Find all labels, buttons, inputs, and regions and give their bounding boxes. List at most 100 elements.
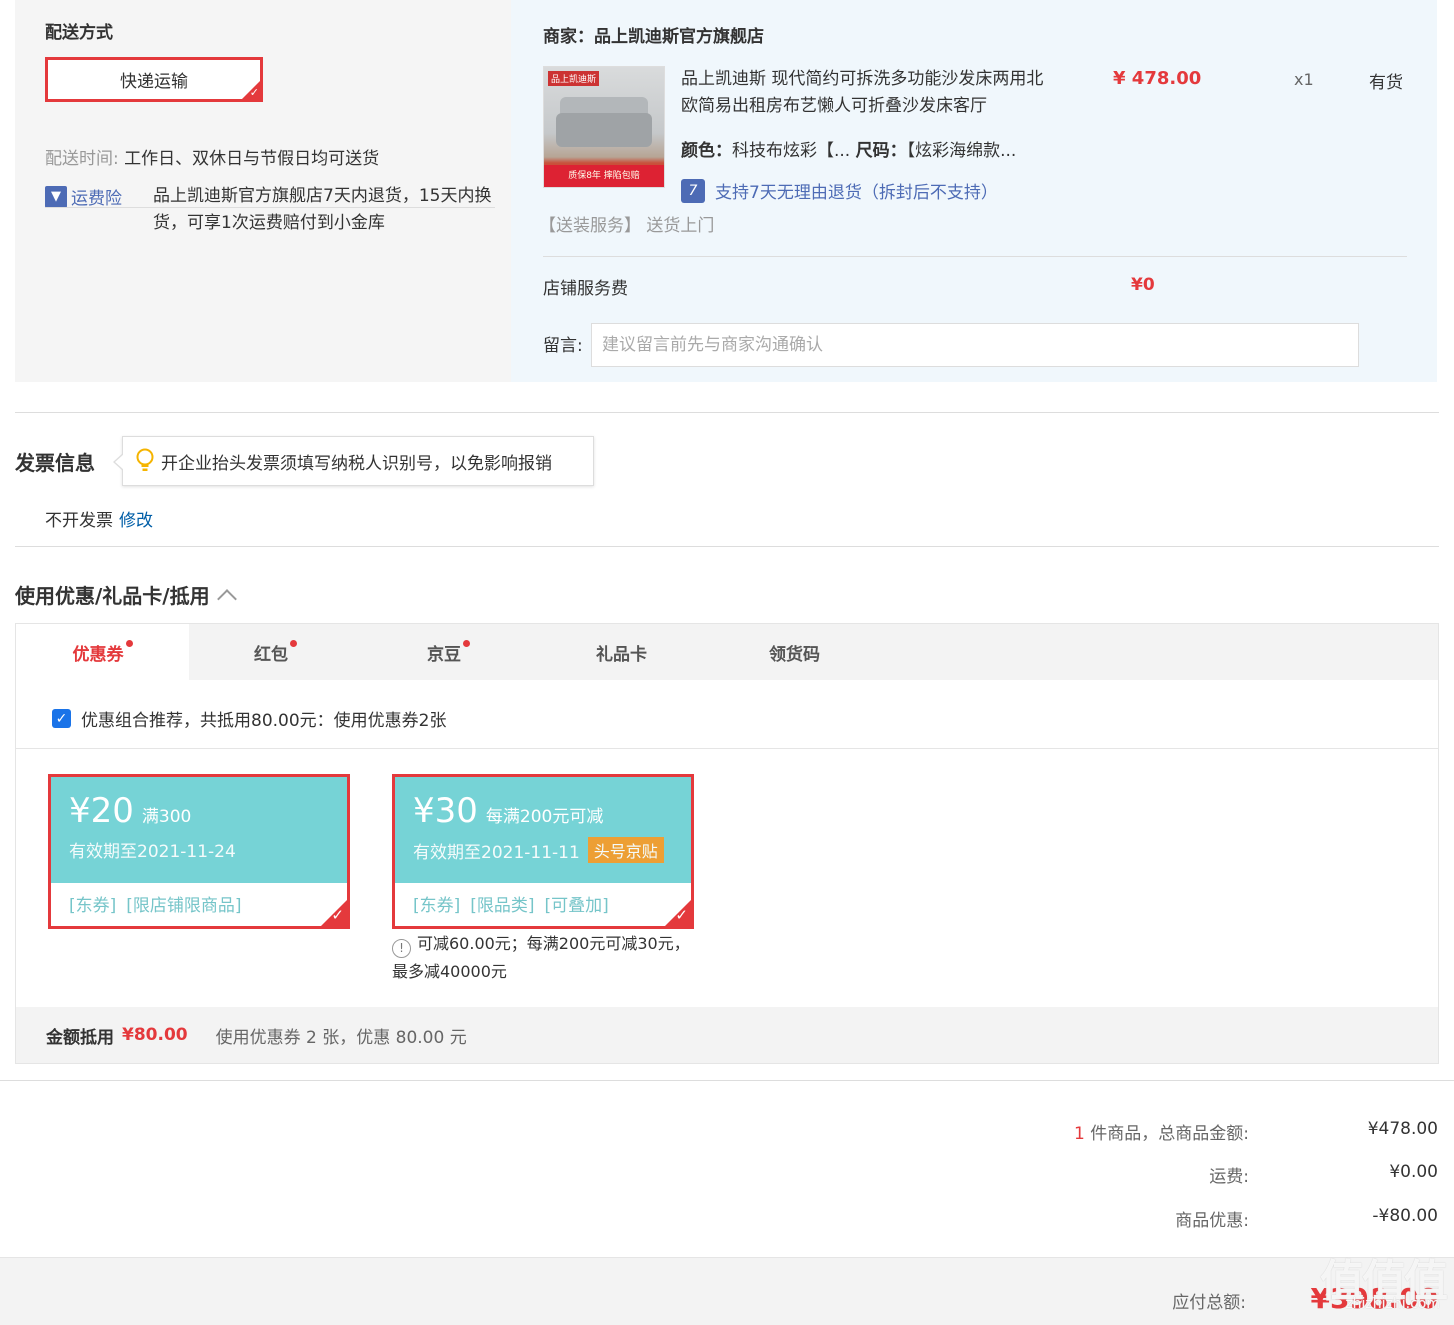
size-label: 尺码： — [855, 141, 907, 161]
goods-total-label-text: 件商品，总商品金额: — [1090, 1124, 1249, 1144]
tab-label: 京豆 — [427, 644, 461, 665]
goods-total-value: ¥478.00 — [1367, 1119, 1438, 1139]
exclamation-circle-icon: ! — [392, 939, 411, 958]
tab-label: 领货码 — [769, 644, 820, 665]
merchant-panel: 商家：品上凯迪斯官方旗舰店 品上凯迪斯 质保8年 摔陷包赔 品上凯迪斯 现代简约… — [511, 0, 1437, 382]
invoice-tip: 开企业抬头发票须填写纳税人识别号，以免影响报销 — [113, 436, 594, 486]
coupon-condition: 每满200元可减 — [485, 807, 604, 827]
seven-day-return-icon: 7 — [681, 178, 705, 203]
tab-redeem-code[interactable]: 领货码 — [708, 624, 881, 680]
freight-insurance-label: 运费险 — [71, 189, 122, 209]
coupon-label: [可叠加] — [544, 896, 609, 916]
coupon-amount: ¥30 — [413, 791, 478, 831]
goods-count: 1 — [1074, 1124, 1085, 1144]
service-fee-label: 店铺服务费 — [543, 279, 628, 299]
coupon-label: [东券] — [69, 896, 117, 916]
chevron-up-icon[interactable] — [216, 588, 237, 609]
recommend-text: 优惠组合推荐，共抵用80.00元：使用优惠券2张 — [81, 711, 447, 731]
discount-tabs: 优惠券 红包 京豆 礼品卡 领货码 — [16, 624, 1438, 680]
coupon-label: [限店铺限商品] — [126, 896, 242, 916]
invoice-tip-text: 开企业抬头发票须填写纳税人识别号，以免影响报销 — [161, 453, 552, 474]
product-attributes: 颜色：科技布炫彩【... 尺码：【炫彩海绵款... — [681, 136, 1016, 161]
discount-footer: 金额抵用 ¥80.00 使用优惠券 2 张，优惠 80.00 元 — [16, 1007, 1438, 1063]
invoice-modify-link[interactable]: 修改 — [119, 511, 153, 531]
shield-icon: ▼ — [45, 185, 67, 208]
service-fee-value: ¥0 — [1131, 275, 1155, 295]
invoice-title: 发票信息 — [15, 451, 95, 475]
coupon-note-text: 可减60.00元；每满200元可减30元，最多减40000元 — [392, 934, 690, 981]
invoice-status: 不开发票 修改 — [45, 506, 153, 531]
new-dot-icon — [290, 639, 297, 647]
check-icon: ✓ — [331, 906, 344, 924]
shipping-method-label: 快递运输 — [120, 72, 188, 92]
discount-label: 商品优惠: — [1175, 1211, 1249, 1231]
coupon-note: ! 可减60.00元；每满200元可减30元，最多减40000元 — [392, 930, 692, 985]
discount-value: -¥80.00 — [1372, 1206, 1438, 1226]
coupon-header: ¥20 满300 有效期至2021-11-24 — [51, 777, 347, 883]
total-label: 应付总额: — [1172, 1293, 1246, 1313]
shipping-panel: 配送方式 快递运输 ✓ 配送时间: 工作日、双休日与节假日均可送货 ▼ 运费险 … — [15, 0, 511, 382]
merchant-name: 商家：品上凯迪斯官方旗舰店 — [543, 27, 764, 47]
discount-footer-label: 金额抵用 — [46, 1027, 114, 1048]
product-image[interactable]: 品上凯迪斯 质保8年 摔陷包赔 — [543, 66, 665, 188]
tab-label: 优惠券 — [72, 644, 124, 665]
coupon-amount: ¥20 — [69, 791, 134, 831]
divider — [16, 748, 1438, 749]
coupon-labels: [东券] [限品类] [可叠加] — [395, 883, 691, 916]
tab-jingdou[interactable]: 京豆 — [362, 624, 535, 680]
check-icon: ✓ — [675, 906, 688, 924]
tab-gift-card[interactable]: 礼品卡 — [535, 624, 708, 680]
freight-label: 运费: — [1209, 1167, 1249, 1187]
color-value: 科技布炫彩【... — [732, 141, 851, 161]
recommend-combo[interactable]: ✓ 优惠组合推荐，共抵用80.00元：使用优惠券2张 — [52, 706, 446, 731]
divider — [45, 207, 495, 208]
coupon-label: [限品类] — [470, 896, 535, 916]
tab-coupon[interactable]: 优惠券 — [16, 624, 189, 680]
tab-label: 礼品卡 — [596, 644, 647, 665]
section-divider — [0, 1080, 1454, 1081]
freight-insurance-badge: ▼ 运费险 — [45, 184, 122, 209]
discount-panel: 优惠券 红包 京豆 礼品卡 领货码 ✓ 优惠组合推荐，共抵用80.00元：使用优… — [15, 623, 1439, 1064]
tab-label: 红包 — [254, 644, 288, 665]
color-label: 颜色： — [681, 141, 732, 161]
coupon-expiry: 有效期至2021-11-24 — [69, 842, 236, 862]
sofa-seat-shape — [556, 113, 652, 147]
coupon-tag-badge: 头号京贴 — [587, 837, 664, 863]
watermark-url: zhizhizhi.com — [1345, 1296, 1440, 1312]
delivery-time-label: 配送时间: — [45, 149, 119, 169]
discount-footer-desc: 使用优惠券 2 张，优惠 80.00 元 — [215, 1027, 467, 1048]
product-quantity: x1 — [1294, 70, 1314, 89]
new-dot-icon — [125, 639, 133, 647]
shipping-method-express[interactable]: 快递运输 ✓ — [45, 57, 263, 102]
tab-red-packet[interactable]: 红包 — [189, 624, 362, 680]
return-policy: 7 支持7天无理由退货（拆封后不支持） — [681, 178, 998, 203]
section-divider — [15, 546, 1439, 547]
discount-footer-amount: ¥80.00 — [122, 1025, 188, 1045]
delivery-time: 配送时间: 工作日、双休日与节假日均可送货 — [45, 144, 379, 169]
discount-section-title-text: 使用优惠/礼品卡/抵用 — [15, 584, 210, 608]
section-divider — [15, 412, 1439, 413]
product-stock: 有货 — [1369, 73, 1403, 93]
coupon-card[interactable]: ¥20 满300 有效期至2021-11-24 [东券] [限店铺限商品] ✓ — [48, 774, 350, 929]
shipping-heading: 配送方式 — [45, 23, 113, 43]
lightbulb-icon — [136, 448, 154, 471]
delivery-service: 【送装服务】 送货上门 — [539, 216, 715, 236]
return-policy-text: 支持7天无理由退货（拆封后不支持） — [715, 183, 998, 203]
recommend-checkbox[interactable]: ✓ — [52, 709, 71, 728]
size-value: 【炫彩海绵款... — [906, 141, 1017, 161]
coupon-label: [东券] — [413, 896, 461, 916]
product-image-tag: 品上凯迪斯 — [548, 71, 600, 86]
coupon-header: ¥30 每满200元可减 有效期至2021-11-11 头号京贴 — [395, 777, 691, 883]
message-label: 留言: — [543, 336, 583, 356]
goods-total-label: 1 件商品，总商品金额: — [1074, 1119, 1249, 1144]
invoice-status-text: 不开发票 — [45, 511, 113, 531]
coupon-condition: 满300 — [141, 807, 192, 827]
message-input[interactable] — [591, 323, 1359, 367]
freight-insurance-desc: 品上凯迪斯官方旗舰店7天内退货，15天内换货，可享1次运费赔付到小金库 — [153, 186, 492, 233]
discount-section-title[interactable]: 使用优惠/礼品卡/抵用 — [15, 580, 237, 609]
new-dot-icon — [463, 639, 470, 647]
product-price: ¥ 478.00 — [1113, 68, 1202, 89]
product-title[interactable]: 品上凯迪斯 现代简约可拆洗多功能沙发床两用北欧简易出租房布艺懒人可折叠沙发床客厅 — [681, 66, 1051, 120]
coupon-card[interactable]: ¥30 每满200元可减 有效期至2021-11-11 头号京贴 [东券] [限品类]… — [392, 774, 694, 929]
coupon-labels: [东券] [限店铺限商品] — [51, 883, 347, 916]
